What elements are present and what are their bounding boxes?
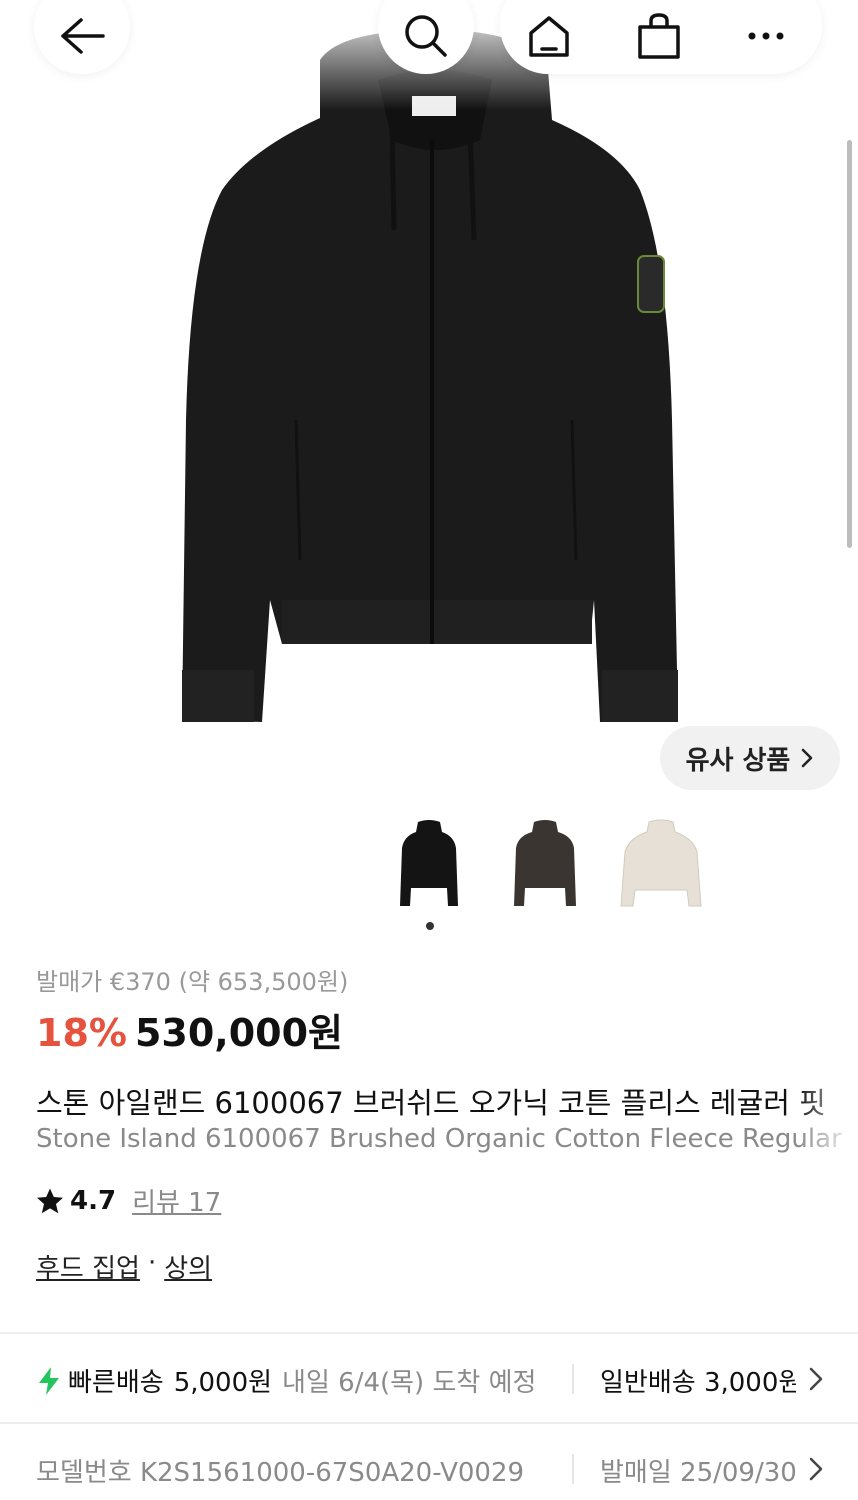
divider <box>0 1422 858 1424</box>
lightning-icon <box>36 1366 62 1396</box>
category-separator: · <box>147 1248 157 1278</box>
thumbnail-brown[interactable] <box>502 812 588 916</box>
star-icon <box>36 1187 64 1215</box>
similar-products-button[interactable]: 유사 상품 <box>660 726 840 790</box>
fast-shipping-label: 빠른배송 <box>68 1368 164 1398</box>
home-icon[interactable] <box>526 13 572 59</box>
product-hero-image[interactable] <box>0 0 858 800</box>
current-price: 530,000원 <box>134 1011 344 1055</box>
thumbnail-black[interactable] <box>386 812 472 916</box>
model-number-label: 모델번호 <box>36 1458 132 1488</box>
release-price: 발매가 €370 (약 653,500원) <box>36 968 349 996</box>
rating-row: 4.7 리뷰 17 <box>36 1182 221 1219</box>
category-tops[interactable]: 상의 <box>164 1248 212 1285</box>
thumbnail-cream[interactable] <box>618 812 704 916</box>
search-icon <box>403 13 449 59</box>
fast-shipping-price: 5,000원 <box>173 1368 273 1398</box>
action-bar <box>500 0 822 74</box>
title-fade <box>798 1076 858 1166</box>
model-number-row: 모델번호 K2S1561000-67S0A20-V0029 <box>36 1452 524 1489</box>
rating-score: 4.7 <box>70 1185 117 1216</box>
similar-products-label: 유사 상품 <box>685 745 791 776</box>
category-breadcrumb: 후드 집업 · 상의 <box>36 1248 212 1285</box>
scrollbar[interactable] <box>847 140 852 548</box>
divider <box>0 1332 858 1334</box>
normal-shipping[interactable]: 일반배송 3,000원 <box>600 1362 796 1399</box>
shopping-bag-icon[interactable] <box>636 13 682 59</box>
review-link[interactable]: 리뷰 17 <box>132 1182 221 1219</box>
category-hood-zipup[interactable]: 후드 집업 <box>36 1248 140 1285</box>
product-title-english: Stone Island 6100067 Brushed Organic Cot… <box>36 1124 842 1154</box>
hoodie-image <box>0 0 858 722</box>
carousel-indicator <box>426 922 434 930</box>
release-date[interactable]: 발매일 25/09/30 <box>600 1452 796 1489</box>
product-title-korean: 스톤 아일랜드 6100067 브러쉬드 오가닉 코튼 플리스 레귤러 핏 <box>36 1086 826 1120</box>
model-number-value: K2S1561000-67S0A20-V0029 <box>139 1458 525 1488</box>
divider <box>572 1364 574 1394</box>
price-row: 18% 530,000원 <box>36 1002 343 1057</box>
more-horizontal-icon[interactable] <box>746 30 786 42</box>
fast-shipping-eta: 내일 6/4(목) 도착 예정 <box>282 1368 537 1398</box>
arrow-left-icon <box>59 16 105 56</box>
discount-rate: 18% <box>36 1011 127 1055</box>
fast-shipping-row[interactable]: 빠른배송 5,000원 내일 6/4(목) 도착 예정 <box>36 1362 536 1399</box>
chevron-right-icon[interactable] <box>808 1456 824 1482</box>
divider <box>572 1454 574 1484</box>
chevron-right-icon <box>800 747 814 769</box>
chevron-right-icon[interactable] <box>808 1366 824 1392</box>
thumbnail-strip <box>386 812 704 916</box>
